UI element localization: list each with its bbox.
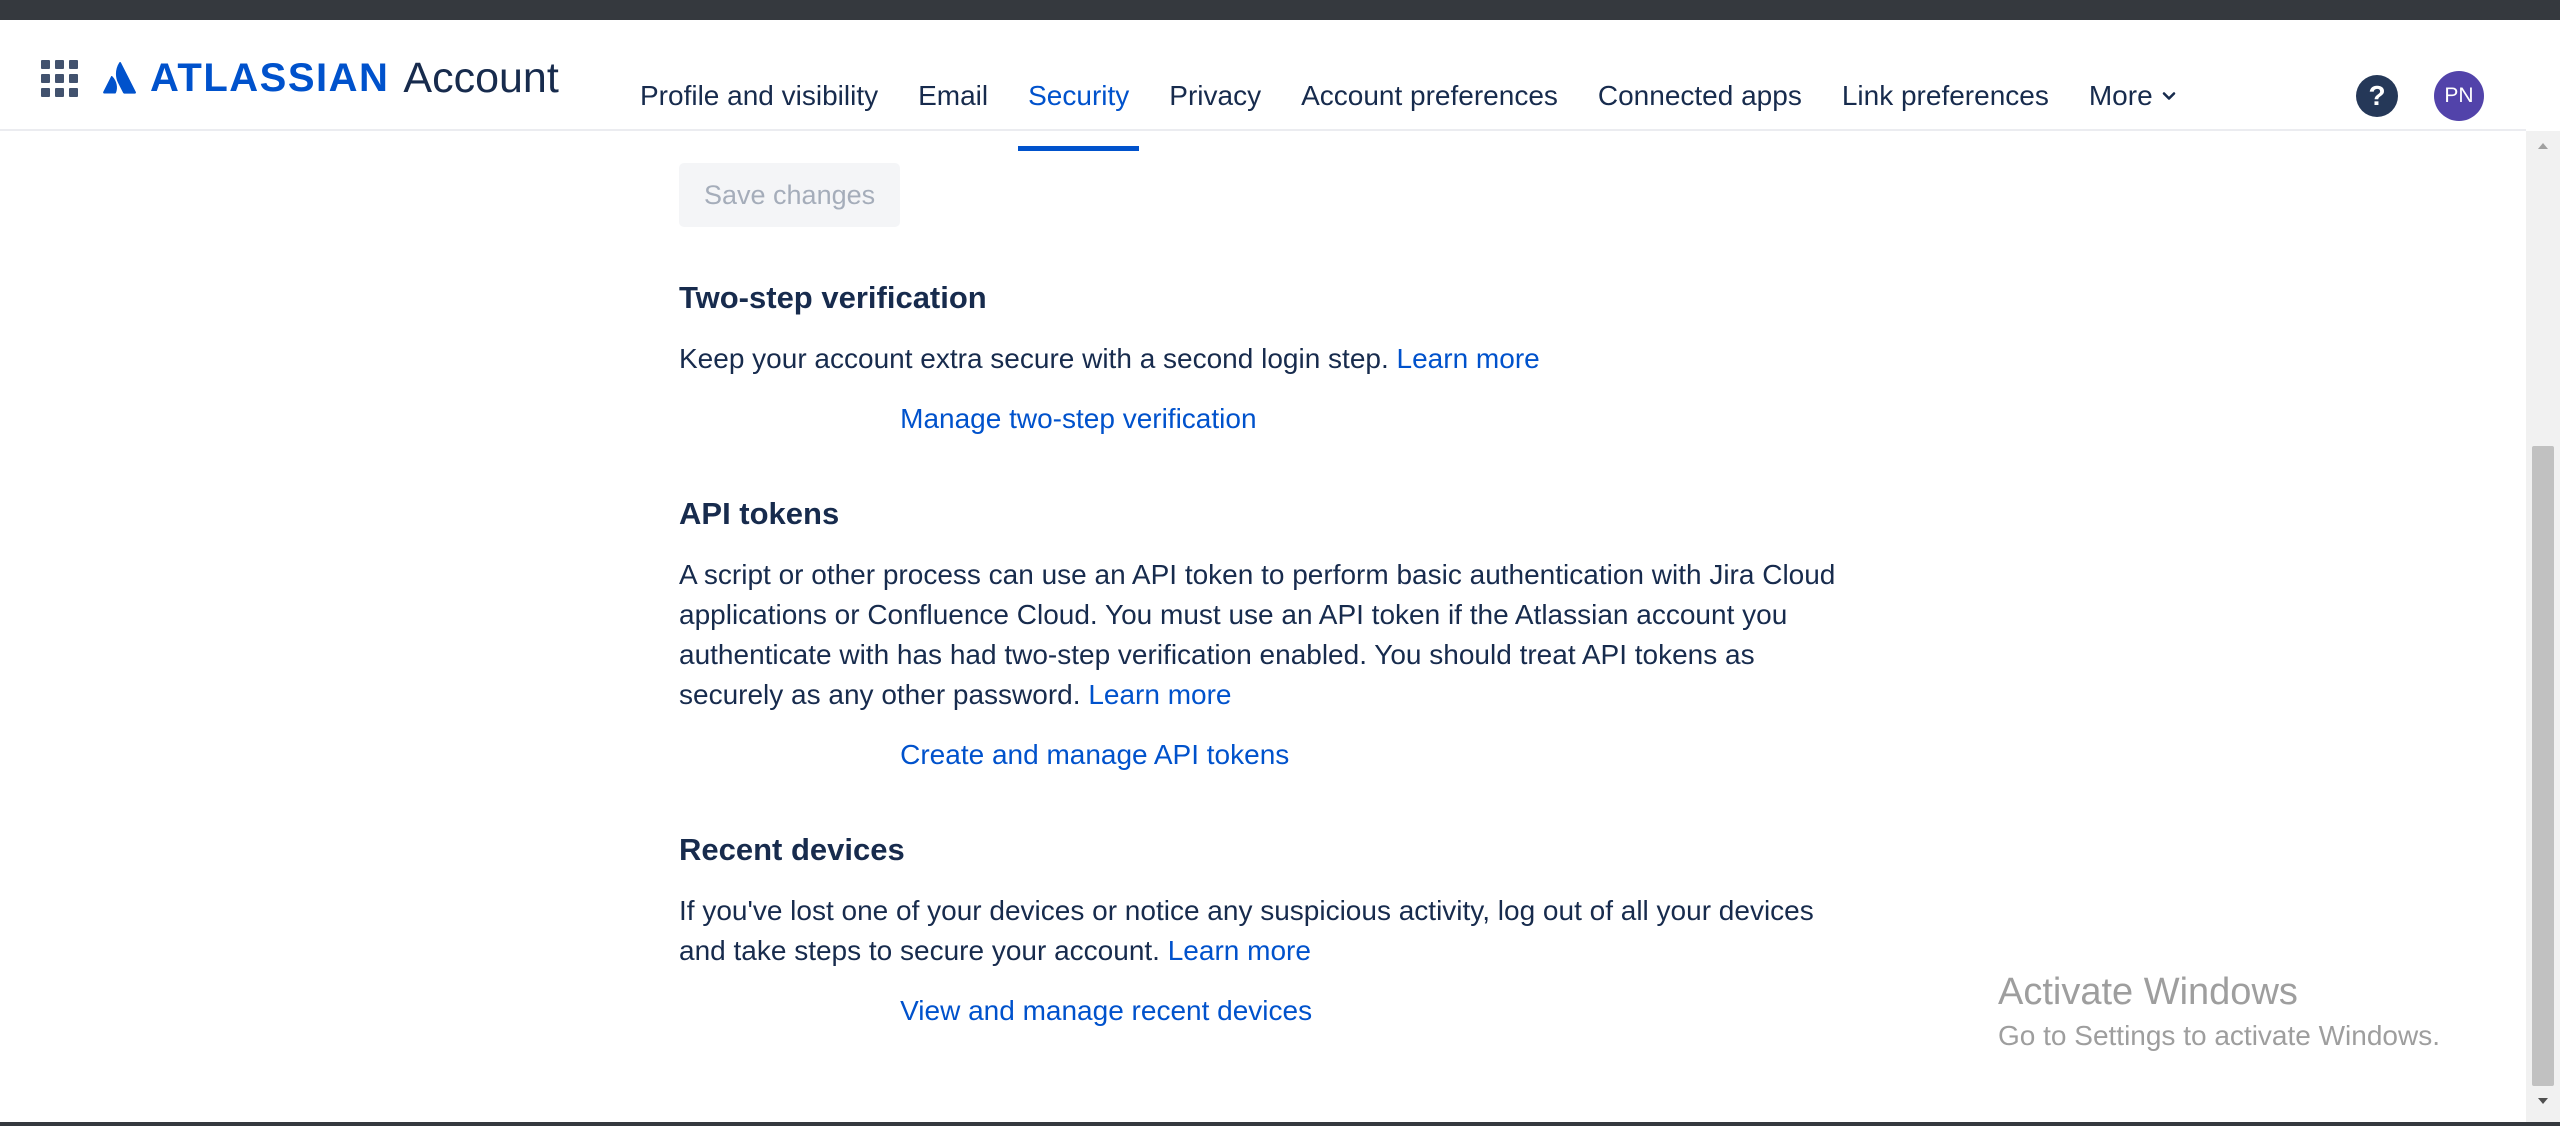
- two-step-verification-text: Keep your account extra secure with a se…: [679, 343, 1389, 374]
- scrollbar-thumb[interactable]: [2532, 446, 2554, 1086]
- recent-devices-learn-more-link[interactable]: Learn more: [1168, 935, 1311, 966]
- nav-connected-apps[interactable]: Connected apps: [1578, 40, 1822, 151]
- watermark-subtitle: Go to Settings to activate Windows.: [1998, 1020, 2440, 1051]
- scroll-up-arrow-icon[interactable]: [2526, 131, 2560, 161]
- vertical-scrollbar[interactable]: [2526, 131, 2560, 1126]
- nav-link-preferences[interactable]: Link preferences: [1822, 40, 2069, 151]
- nav-privacy[interactable]: Privacy: [1149, 40, 1281, 151]
- nav-email[interactable]: Email: [898, 40, 1008, 151]
- brand-name: ATLASSIAN: [150, 55, 390, 100]
- nav-account-preferences[interactable]: Account preferences: [1281, 40, 1578, 151]
- app-switcher-icon[interactable]: [40, 59, 78, 97]
- scroll-down-arrow-icon[interactable]: [2526, 1086, 2560, 1116]
- api-tokens-text: A script or other process can use an API…: [679, 559, 1836, 710]
- two-step-learn-more-link[interactable]: Learn more: [1397, 343, 1540, 374]
- chevron-down-icon: [2162, 91, 2175, 100]
- avatar[interactable]: PN: [2434, 71, 2484, 121]
- nav-more-menu[interactable]: More: [2069, 40, 2197, 151]
- recent-devices-description: If you've lost one of your devices or no…: [679, 891, 1854, 971]
- nav-profile-and-visibility[interactable]: Profile and visibility: [620, 40, 898, 151]
- security-settings-content: Save changes Two-step verification Keep …: [679, 163, 1859, 1026]
- atlassian-account-logo[interactable]: ATLASSIAN Account: [102, 50, 559, 106]
- api-tokens-heading: API tokens: [679, 496, 840, 531]
- product-name: Account: [403, 53, 559, 102]
- browser-bottom-strip: [0, 1122, 2560, 1126]
- nav-more-label: More: [2088, 79, 2153, 111]
- watermark-title: Activate Windows: [1998, 971, 2298, 1013]
- windows-activation-watermark: Activate Windows Go to Settings to activ…: [1998, 968, 2440, 1056]
- api-tokens-description: A script or other process can use an API…: [679, 555, 1854, 715]
- api-tokens-learn-more-link[interactable]: Learn more: [1088, 679, 1231, 710]
- browser-top-strip: [0, 0, 2560, 20]
- view-and-manage-recent-devices-link[interactable]: View and manage recent devices: [900, 995, 1312, 1027]
- atlassian-logo-icon: [103, 61, 136, 94]
- top-navigation-bar: ATLASSIAN Account Profile and visibility…: [0, 20, 2526, 151]
- two-step-verification-heading: Two-step verification: [679, 280, 987, 315]
- help-icon[interactable]: ?: [2356, 75, 2398, 117]
- recent-devices-heading: Recent devices: [679, 832, 905, 867]
- manage-two-step-verification-link[interactable]: Manage two-step verification: [900, 403, 1256, 435]
- save-changes-button[interactable]: Save changes: [679, 163, 901, 227]
- nav-security[interactable]: Security: [1008, 40, 1149, 151]
- main-nav: Profile and visibility Email Security Pr…: [620, 40, 2197, 151]
- create-and-manage-api-tokens-link[interactable]: Create and manage API tokens: [900, 739, 1289, 771]
- two-step-verification-description: Keep your account extra secure with a se…: [679, 339, 1540, 379]
